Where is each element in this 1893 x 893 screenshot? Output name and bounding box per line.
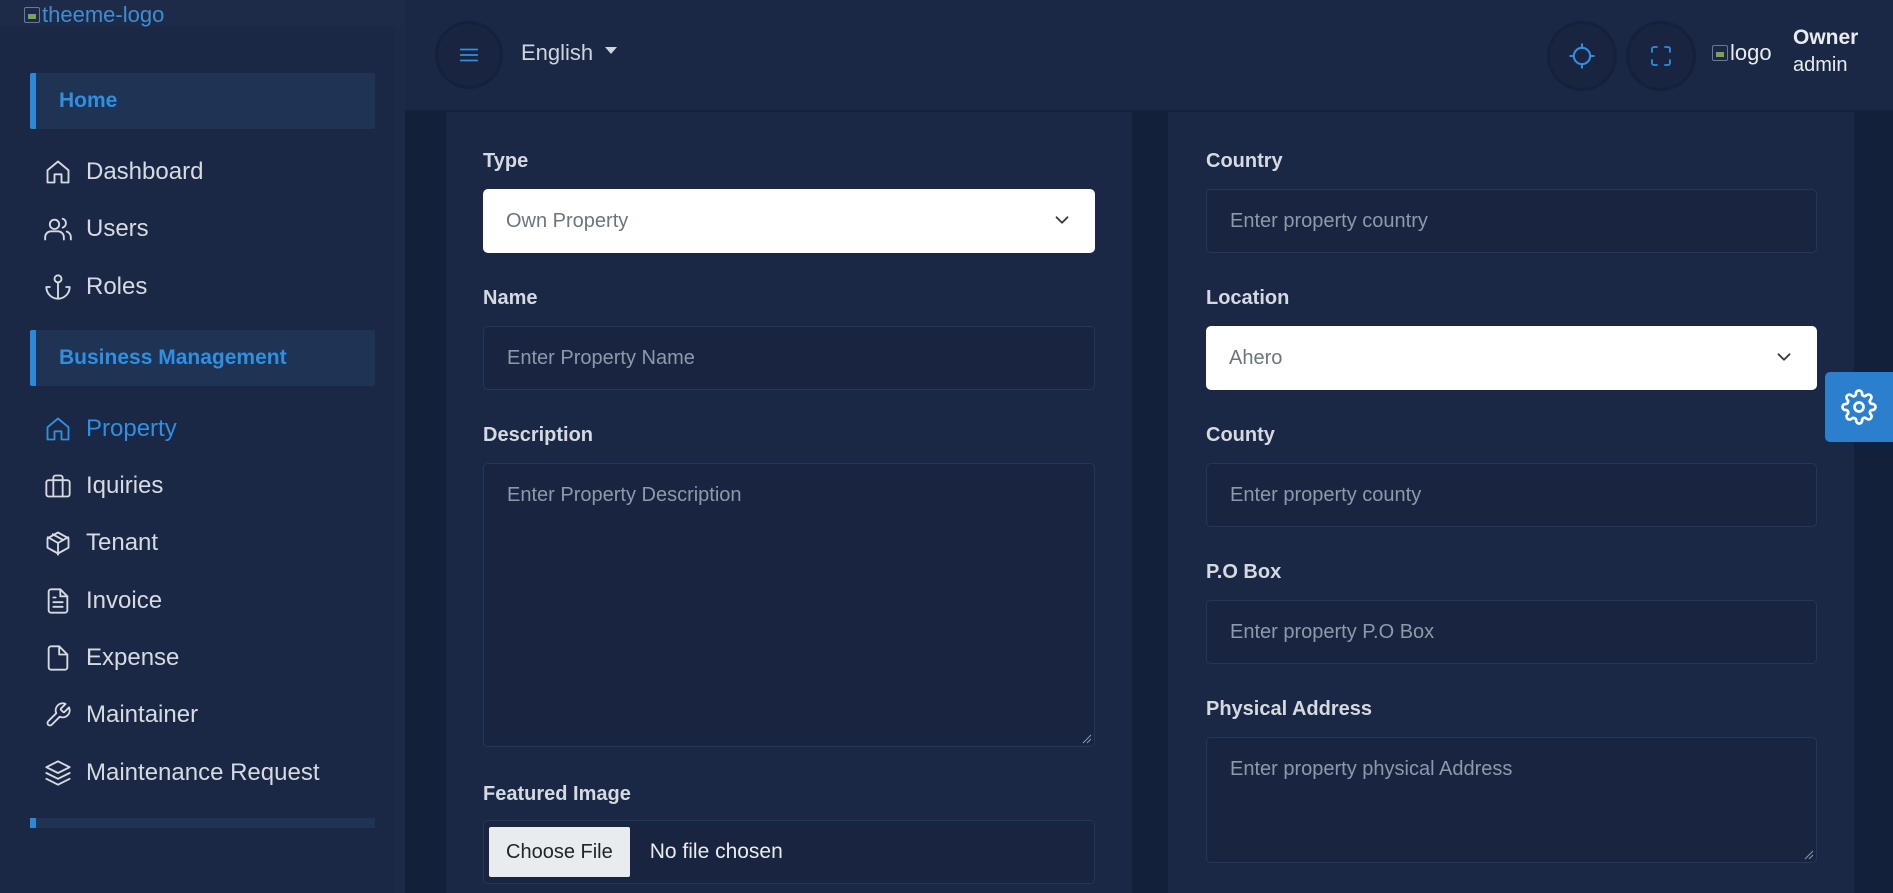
description-textarea[interactable]: Enter Property Description [483, 463, 1095, 747]
layers-icon [45, 760, 71, 786]
property-name-placeholder: Enter Property Name [507, 346, 695, 369]
user-name[interactable]: Owner [1793, 26, 1858, 50]
po-box-input[interactable]: Enter property P.O Box [1206, 600, 1817, 664]
user-role: admin [1793, 54, 1848, 76]
sidebar-item-users[interactable]: Users [44, 209, 149, 249]
briefcase-icon [45, 474, 71, 498]
fullscreen-button[interactable] [1629, 24, 1693, 88]
county-label: County [1206, 424, 1275, 446]
language-label: English [521, 40, 594, 65]
hamburger-menu-icon [459, 48, 479, 62]
sidebar-item-invoice[interactable]: Invoice [44, 581, 162, 621]
file-icon [47, 645, 69, 671]
sidebar-item-property[interactable]: Property [44, 409, 177, 449]
file-status: No file chosen [649, 840, 783, 863]
gear-icon [1841, 389, 1877, 425]
sidebar-item-label: Maintenance Request [86, 759, 320, 786]
location-label: Location [1206, 287, 1290, 309]
sidebar-section-partial [30, 818, 375, 828]
featured-image-label: Featured Image [483, 783, 631, 805]
resize-grip-icon[interactable] [1082, 734, 1092, 744]
caret-down-icon [605, 46, 618, 54]
sidebar-item-roles[interactable]: Roles [44, 267, 147, 307]
featured-image-input[interactable]: Choose File No file chosen [483, 820, 1095, 884]
menu-toggle-button[interactable] [438, 24, 500, 86]
language-selector[interactable]: English [521, 40, 618, 66]
tool-icon [46, 702, 71, 727]
choose-file-button[interactable]: Choose File [489, 827, 630, 877]
po-box-placeholder: Enter property P.O Box [1230, 620, 1435, 643]
property-name-input[interactable]: Enter Property Name [483, 326, 1095, 390]
logo-area: theeme-logo [0, 0, 405, 28]
sidebar-item-expense[interactable]: Expense [44, 638, 179, 678]
app-logo-alt-text: theeme-logo [42, 2, 165, 27]
avatar-alt-text: logo [1730, 40, 1772, 65]
country-placeholder: Enter property country [1230, 209, 1428, 232]
chevron-down-icon [1055, 216, 1069, 224]
chevron-down-icon [1777, 353, 1791, 361]
broken-image-icon [24, 7, 40, 23]
county-input[interactable]: Enter property county [1206, 463, 1817, 527]
county-placeholder: Enter property county [1230, 483, 1422, 506]
home-icon [46, 160, 70, 184]
sidebar-item-label: Users [86, 215, 149, 242]
sidebar: theeme-logo Home Dashboard Users Roles B… [0, 0, 405, 893]
po-box-label: P.O Box [1206, 561, 1282, 583]
settings-panel-toggle[interactable] [1825, 372, 1893, 442]
sidebar-item-label: Invoice [86, 587, 163, 614]
type-select-value: Own Property [506, 209, 629, 232]
user-avatar[interactable]: logo [1712, 40, 1772, 66]
app-logo[interactable]: theeme-logo [24, 2, 164, 28]
type-label: Type [483, 150, 529, 172]
anchor-icon [45, 274, 71, 300]
users-icon [44, 217, 72, 241]
country-label: Country [1206, 150, 1283, 172]
sidebar-item-tenant[interactable]: Tenant [44, 523, 158, 563]
package-icon [46, 531, 70, 556]
location-select[interactable]: Ahero [1206, 326, 1817, 390]
description-label: Description [483, 424, 594, 446]
location-select-value: Ahero [1229, 346, 1283, 369]
sidebar-item-maintenance-request[interactable]: Maintenance Request [44, 753, 319, 793]
sidebar-item-label: Dashboard [86, 158, 204, 185]
type-select[interactable]: Own Property [483, 189, 1095, 253]
file-text-icon [47, 588, 69, 614]
maximize-icon [1651, 46, 1671, 66]
name-label: Name [483, 287, 538, 309]
resize-grip-icon[interactable] [1804, 850, 1814, 860]
physical-address-textarea[interactable]: Enter property physical Address [1206, 737, 1817, 863]
physical-address-label: Physical Address [1206, 698, 1373, 720]
physical-address-placeholder: Enter property physical Address [1230, 758, 1513, 780]
sidebar-section-business-management: Business Management [30, 330, 375, 386]
sun-icon [1569, 43, 1595, 69]
sidebar-item-maintainer[interactable]: Maintainer [44, 695, 198, 735]
sidebar-item-label: Roles [86, 273, 148, 300]
sidebar-item-iquiries[interactable]: Iquiries [44, 466, 163, 506]
description-placeholder: Enter Property Description [507, 484, 742, 506]
sidebar-section-home: Home [30, 73, 375, 129]
sidebar-item-label: Maintainer [86, 701, 199, 728]
sidebar-item-dashboard[interactable]: Dashboard [44, 152, 203, 192]
sidebar-scrollbar[interactable] [395, 26, 405, 893]
sidebar-item-label: Property [86, 415, 177, 442]
country-input[interactable]: Enter property country [1206, 189, 1817, 253]
sidebar-item-label: Iquiries [86, 472, 164, 499]
home-icon [46, 417, 70, 441]
broken-image-icon [1712, 45, 1728, 61]
sidebar-item-label: Expense [86, 644, 180, 671]
sidebar-item-label: Tenant [86, 529, 159, 556]
theme-toggle-button[interactable] [1550, 24, 1614, 88]
